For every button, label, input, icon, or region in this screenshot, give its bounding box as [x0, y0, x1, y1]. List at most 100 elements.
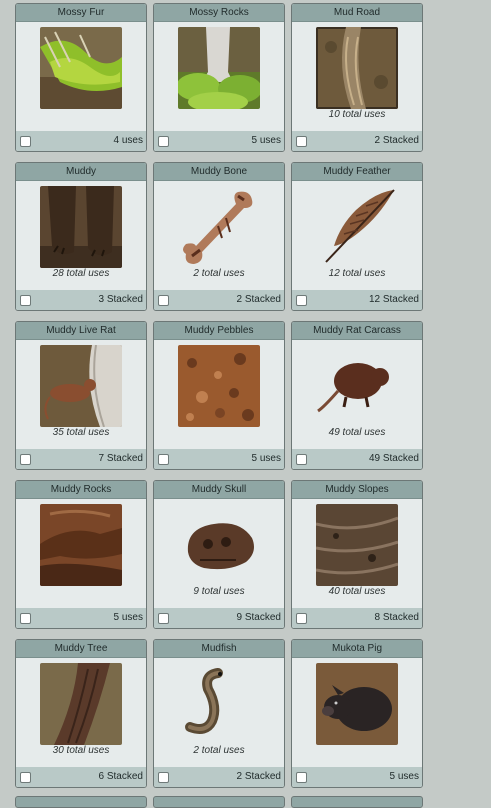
muddy-rat-carcass-icon[interactable] [316, 345, 398, 427]
item-footer: 7 Stacked [16, 449, 146, 469]
item-footer: 5 uses [16, 608, 146, 628]
item-card: Muddy Pebbles 5 uses [153, 321, 285, 470]
select-checkbox[interactable] [158, 295, 169, 306]
item-card: Muddy 28 total uses 3 Stacked [15, 162, 147, 311]
item-card: Muddy Bone 2 total uses 2 Stacked [153, 162, 285, 311]
muddy-skull-icon[interactable] [178, 504, 260, 586]
item-total-uses: 40 total uses [328, 586, 386, 597]
mossy-rocks-icon[interactable] [178, 27, 260, 109]
item-title: Mossy Rocks [154, 4, 284, 22]
item-count: 49 Stacked [368, 453, 419, 464]
mukota-pig-icon[interactable] [316, 663, 398, 745]
item-count: 2 Stacked [236, 294, 281, 305]
select-checkbox[interactable] [158, 454, 169, 465]
next-row-card [291, 796, 423, 808]
item-count: 2 Stacked [236, 771, 281, 782]
select-checkbox[interactable] [158, 613, 169, 624]
item-footer: 5 uses [154, 131, 284, 151]
item-total-uses: 30 total uses [52, 745, 110, 756]
item-title: Muddy Rat Carcass [292, 322, 422, 340]
mossy-fur-icon[interactable] [40, 27, 122, 109]
item-footer: 12 Stacked [292, 290, 422, 310]
item-total-uses: 28 total uses [52, 268, 110, 279]
next-row-card [153, 796, 285, 808]
muddy-bone-icon[interactable] [178, 186, 260, 268]
item-title: Muddy Live Rat [16, 322, 146, 340]
select-checkbox[interactable] [296, 613, 307, 624]
item-footer: 5 uses [154, 449, 284, 469]
item-card: Mudfish 2 total uses 2 Stacked [153, 639, 285, 788]
item-card: Mud Road 10 total uses 2 Stacked [291, 3, 423, 152]
select-checkbox[interactable] [158, 772, 169, 783]
select-checkbox[interactable] [296, 295, 307, 306]
item-footer: 49 Stacked [292, 449, 422, 469]
select-checkbox[interactable] [20, 136, 31, 147]
muddy-feather-icon[interactable] [316, 186, 398, 268]
item-title: Muddy Tree [16, 640, 146, 658]
item-count: 5 uses [113, 612, 143, 623]
item-count: 4 uses [113, 135, 143, 146]
item-total-uses: 49 total uses [328, 427, 386, 438]
item-footer: 4 uses [16, 131, 146, 151]
item-card: Muddy Live Rat 35 total uses 7 Stacked [15, 321, 147, 470]
select-checkbox[interactable] [296, 772, 307, 783]
item-title: Muddy [16, 163, 146, 181]
item-footer: 6 Stacked [16, 767, 146, 787]
item-count: 2 Stacked [374, 135, 419, 146]
item-card: Mossy Rocks 5 uses [153, 3, 285, 152]
item-count: 8 Stacked [374, 612, 419, 623]
item-footer: 2 Stacked [154, 767, 284, 787]
item-footer: 5 uses [292, 767, 422, 787]
item-footer: 2 Stacked [154, 290, 284, 310]
item-card: Mossy Fur 4 uses [15, 3, 147, 152]
select-checkbox[interactable] [296, 454, 307, 465]
mud-road-icon[interactable] [316, 27, 398, 109]
item-title: Muddy Rocks [16, 481, 146, 499]
item-total-uses: 35 total uses [52, 427, 110, 438]
mudfish-icon[interactable] [178, 663, 260, 745]
item-title: Mossy Fur [16, 4, 146, 22]
item-count: 5 uses [251, 453, 281, 464]
item-count: 5 uses [389, 771, 419, 782]
item-card: Muddy Tree 30 total uses 6 Stacked [15, 639, 147, 788]
item-count: 6 Stacked [98, 771, 143, 782]
item-count: 12 Stacked [368, 294, 419, 305]
select-checkbox[interactable] [20, 295, 31, 306]
muddy-slopes-icon[interactable] [316, 504, 398, 586]
item-footer: 8 Stacked [292, 608, 422, 628]
item-card: Muddy Rat Carcass 49 total uses 49 Stack… [291, 321, 423, 470]
select-checkbox[interactable] [20, 772, 31, 783]
muddy-paws-icon[interactable] [40, 186, 122, 268]
item-total-uses: 2 total uses [193, 745, 245, 756]
item-title: Muddy Pebbles [154, 322, 284, 340]
item-title: Muddy Bone [154, 163, 284, 181]
item-card: Muddy Feather 12 total uses 12 Stacked [291, 162, 423, 311]
item-footer: 3 Stacked [16, 290, 146, 310]
item-title: Muddy Slopes [292, 481, 422, 499]
item-title: Mudfish [154, 640, 284, 658]
item-count: 5 uses [251, 135, 281, 146]
muddy-pebbles-icon[interactable] [178, 345, 260, 427]
muddy-rocks-icon[interactable] [40, 504, 122, 586]
item-total-uses: 12 total uses [328, 268, 386, 279]
item-footer: 9 Stacked [154, 608, 284, 628]
item-title: Mud Road [292, 4, 422, 22]
item-card: Muddy Slopes 40 total uses 8 Stacked [291, 480, 423, 629]
item-total-uses: 2 total uses [193, 268, 245, 279]
select-checkbox[interactable] [20, 454, 31, 465]
item-footer: 2 Stacked [292, 131, 422, 151]
item-title: Muddy Feather [292, 163, 422, 181]
item-count: 7 Stacked [98, 453, 143, 464]
item-card: Mukota Pig 5 uses [291, 639, 423, 788]
item-count: 3 Stacked [98, 294, 143, 305]
item-card: Muddy Rocks 5 uses [15, 480, 147, 629]
select-checkbox[interactable] [158, 136, 169, 147]
select-checkbox[interactable] [296, 136, 307, 147]
item-count: 9 Stacked [236, 612, 281, 623]
item-title: Muddy Skull [154, 481, 284, 499]
muddy-tree-icon[interactable] [40, 663, 122, 745]
muddy-live-rat-icon[interactable] [40, 345, 122, 427]
select-checkbox[interactable] [20, 613, 31, 624]
item-title: Mukota Pig [292, 640, 422, 658]
item-total-uses: 9 total uses [193, 586, 245, 597]
